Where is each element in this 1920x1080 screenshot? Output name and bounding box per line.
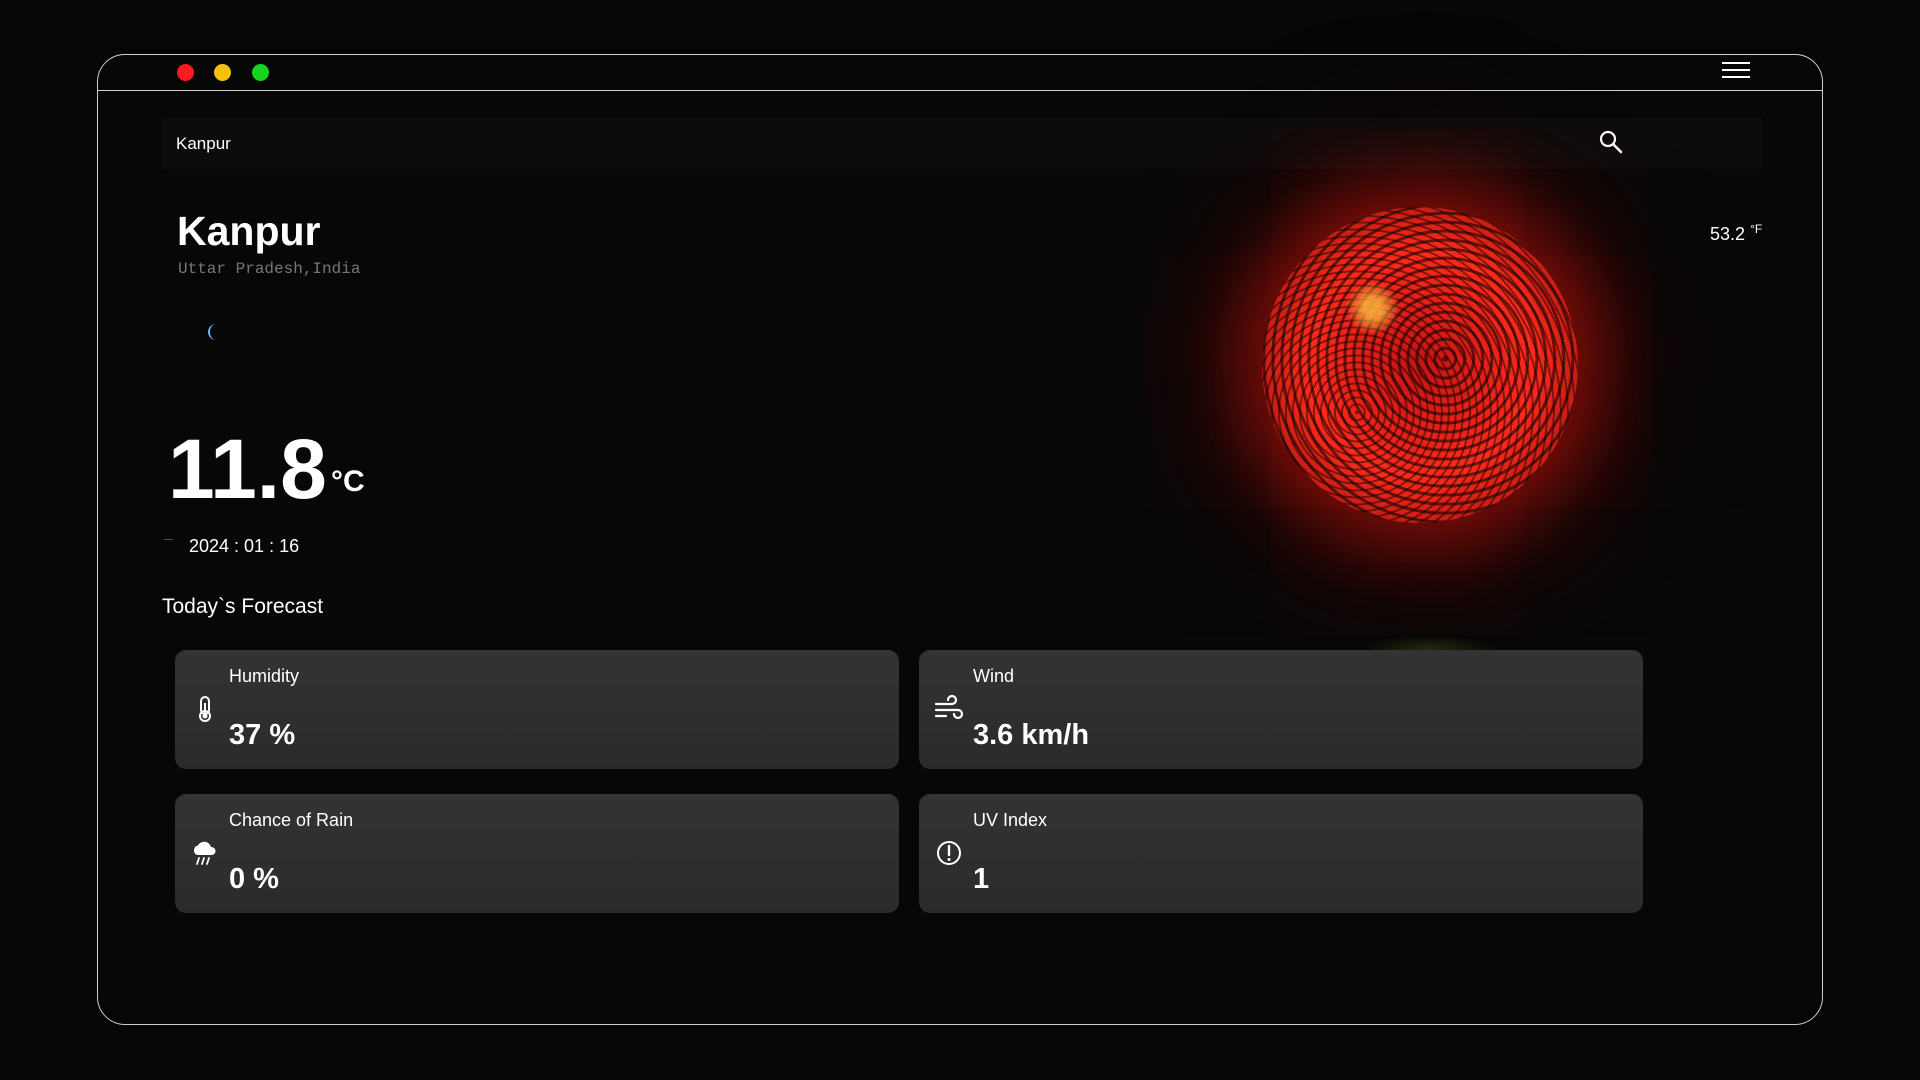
alert-circle-icon bbox=[937, 841, 961, 865]
forecast-title: Today`s Forecast bbox=[162, 595, 324, 618]
rain-card: Chance of Rain 0 % bbox=[175, 794, 899, 913]
current-date: 2024 : 01 : 16 bbox=[189, 536, 300, 556]
rain-label: Chance of Rain bbox=[229, 810, 354, 830]
rain-value: 0 % bbox=[229, 863, 279, 895]
moon-icon bbox=[208, 324, 216, 340]
maximize-window-button[interactable] bbox=[252, 64, 269, 81]
sun-image bbox=[1262, 207, 1578, 523]
humidity-card: Humidity 37 % bbox=[175, 650, 899, 769]
search-bar bbox=[162, 117, 1762, 169]
search-input[interactable] bbox=[174, 131, 778, 157]
rain-cloud-icon bbox=[193, 841, 216, 865]
date-divider bbox=[164, 539, 173, 540]
region-name: Uttar Pradesh,India bbox=[178, 260, 361, 278]
uv-index-card: UV Index 1 bbox=[919, 794, 1643, 913]
wind-label: Wind bbox=[973, 666, 1015, 686]
thermometer-icon bbox=[199, 696, 211, 722]
wind-value: 3.6 km/h bbox=[973, 719, 1090, 751]
minimize-window-button[interactable] bbox=[214, 64, 231, 81]
hamburger-icon[interactable] bbox=[1722, 62, 1750, 82]
temperature-unit: °C bbox=[331, 465, 365, 498]
city-name: Kanpur bbox=[177, 208, 321, 254]
temperature-celsius: 11.8 bbox=[168, 422, 327, 516]
temperature-fahrenheit: 53.2 °F bbox=[1710, 222, 1762, 245]
close-window-button[interactable] bbox=[177, 64, 194, 81]
humidity-label: Humidity bbox=[229, 666, 300, 686]
wind-card: Wind 3.6 km/h bbox=[919, 650, 1643, 769]
wind-icon bbox=[934, 694, 964, 720]
fahrenheit-value: 53.2 bbox=[1710, 224, 1746, 244]
search-icon[interactable] bbox=[1598, 129, 1624, 155]
app-window: Kanpur Uttar Pradesh,India 11.8 °C 2024 … bbox=[97, 54, 1823, 1025]
fahrenheit-unit: °F bbox=[1750, 222, 1763, 236]
uv-index-value: 1 bbox=[973, 863, 990, 895]
humidity-value: 37 % bbox=[229, 719, 296, 751]
uv-index-label: UV Index bbox=[973, 810, 1048, 830]
title-bar bbox=[98, 55, 1822, 91]
